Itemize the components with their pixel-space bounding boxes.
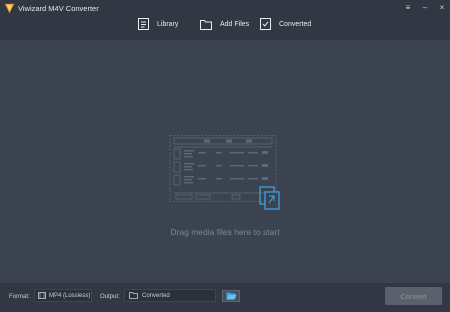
tab-converted-label: Converted bbox=[279, 20, 312, 28]
minimize-icon: – bbox=[422, 3, 428, 12]
tab-library-label: Library bbox=[157, 20, 179, 28]
viwizard-logo-icon bbox=[4, 3, 15, 14]
minimize-button[interactable]: – bbox=[419, 2, 431, 14]
close-button[interactable]: × bbox=[436, 2, 448, 14]
output-value: Converted bbox=[142, 292, 170, 299]
title-bar: Viwizard M4V Converter ≡ – × Library Add… bbox=[0, 0, 450, 40]
tab-add-files[interactable]: Add Files bbox=[200, 16, 249, 32]
converted-icon bbox=[260, 18, 271, 30]
format-select[interactable]: MP4 (Lossless) bbox=[34, 289, 92, 302]
film-icon bbox=[38, 292, 46, 299]
output-field[interactable]: Converted bbox=[124, 289, 216, 302]
convert-button[interactable]: Convert bbox=[385, 287, 442, 305]
open-folder-icon bbox=[226, 292, 236, 300]
tab-library[interactable]: Library bbox=[138, 16, 178, 32]
output-label: Output: bbox=[100, 294, 120, 300]
tab-add-files-label: Add Files bbox=[220, 20, 250, 28]
format-value: MP4 (Lossless) bbox=[49, 292, 91, 299]
folder-icon bbox=[129, 292, 138, 299]
drop-area[interactable]: Drag media files here to start bbox=[0, 40, 450, 280]
drag-files-illustration bbox=[169, 135, 280, 210]
folder-icon bbox=[200, 19, 212, 30]
drop-hint: Drag media files here to start bbox=[170, 227, 280, 237]
convert-label: Convert bbox=[400, 291, 427, 301]
tab-converted[interactable]: Converted bbox=[260, 16, 311, 32]
format-label: Format: bbox=[9, 294, 30, 300]
app-title: Viwizard M4V Converter bbox=[18, 4, 99, 13]
browse-output-button[interactable] bbox=[222, 290, 240, 302]
library-icon bbox=[138, 18, 149, 30]
list-icon: ≡ bbox=[405, 3, 411, 12]
menu-button[interactable]: ≡ bbox=[402, 2, 414, 14]
close-icon: × bbox=[439, 3, 445, 12]
